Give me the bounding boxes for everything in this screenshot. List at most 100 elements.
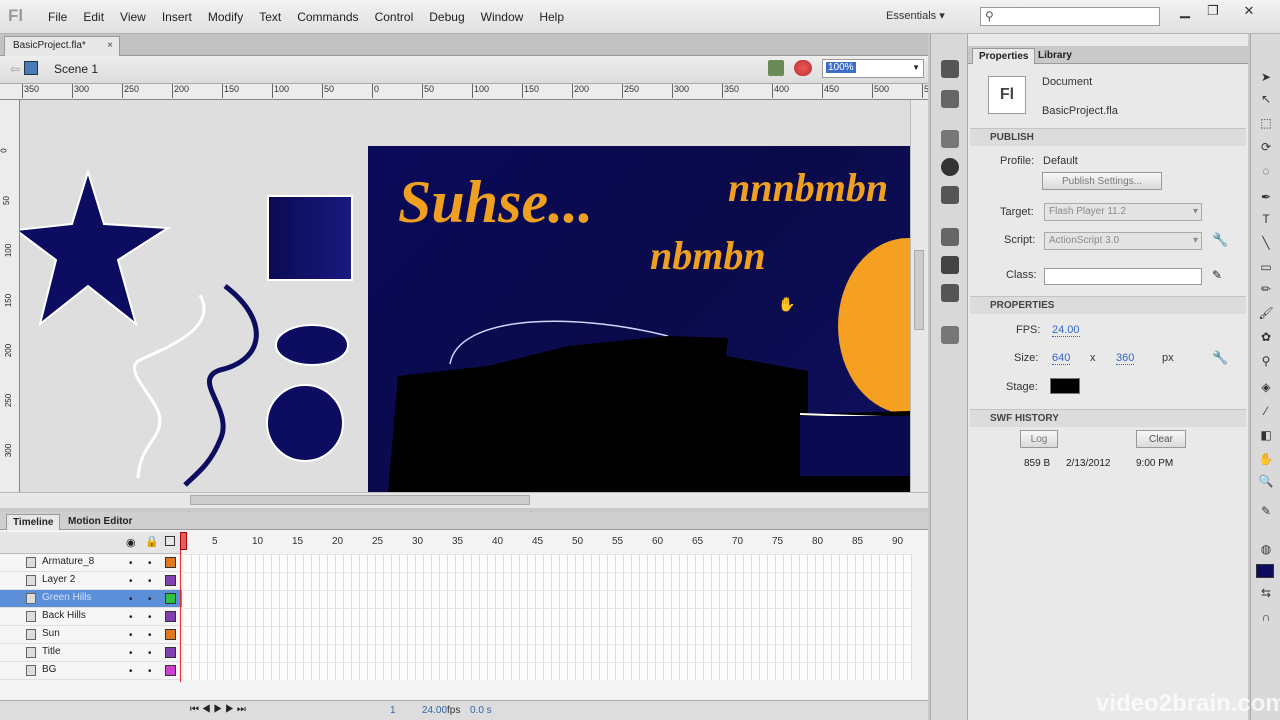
fill-bucket-icon[interactable]: ◍ <box>1258 542 1274 558</box>
zoom-tool-icon[interactable]: 🔍 <box>1258 474 1274 490</box>
lock-icon[interactable]: 🔒 <box>145 535 159 548</box>
free-transform-tool-icon[interactable]: ⬚ <box>1258 116 1274 132</box>
line-tool-icon[interactable]: ╲ <box>1258 236 1274 252</box>
info-icon[interactable] <box>941 130 959 148</box>
fps-value[interactable]: 24.00 <box>1052 324 1080 337</box>
script-select[interactable]: ActionScript 3.0 ▾ <box>1044 232 1202 250</box>
selection-tool-icon[interactable]: ➤ <box>1258 70 1274 86</box>
layer-outline-color[interactable] <box>165 557 176 568</box>
pen-tool-icon[interactable]: ✒ <box>1258 190 1274 206</box>
back-arrow-icon[interactable]: ⇦ <box>10 62 20 76</box>
layer-row[interactable]: Sun • • <box>0 626 182 644</box>
publish-settings-button[interactable]: Publish Settings... <box>1042 172 1162 190</box>
stage-color-swatch[interactable] <box>1050 378 1080 394</box>
visibility-dot[interactable]: • <box>129 576 133 587</box>
3d-rotation-tool-icon[interactable]: ⟳ <box>1258 140 1274 156</box>
visibility-dot[interactable]: • <box>129 594 133 605</box>
layer-outline-color[interactable] <box>165 593 176 604</box>
swap-colors-icon[interactable]: ⇆ <box>1258 586 1274 602</box>
layer-outline-color[interactable] <box>165 665 176 676</box>
menu-view[interactable]: View <box>112 10 154 24</box>
layer-outline-color[interactable] <box>165 611 176 622</box>
help-search-input[interactable]: ⚲ <box>980 7 1160 26</box>
menu-edit[interactable]: Edit <box>75 10 112 24</box>
edit-symbols-icon[interactable] <box>794 60 812 76</box>
playback-controls[interactable]: ⏮ ◀ ▶ ▶ ⏭ <box>190 704 246 715</box>
log-button[interactable]: Log <box>1020 430 1058 448</box>
history-icon[interactable] <box>941 326 959 344</box>
components-icon[interactable] <box>941 228 959 246</box>
outline-icon[interactable] <box>165 536 175 546</box>
deco-tool-icon[interactable]: ✿ <box>1258 330 1274 346</box>
menu-modify[interactable]: Modify <box>200 10 251 24</box>
layer-row[interactable]: Back Hills • • <box>0 608 182 626</box>
motion-presets-icon[interactable] <box>941 256 959 274</box>
layer-outline-color[interactable] <box>165 575 176 586</box>
minimize-button[interactable]: ▁ <box>1172 3 1198 21</box>
restore-button[interactable]: ❐ <box>1200 3 1226 21</box>
menu-debug[interactable]: Debug <box>421 10 472 24</box>
layer-outline-color[interactable] <box>165 647 176 658</box>
eye-icon[interactable]: ◉ <box>126 536 136 549</box>
lock-dot[interactable]: • <box>148 630 152 641</box>
fill-color-swatch[interactable] <box>1256 564 1274 578</box>
menu-insert[interactable]: Insert <box>154 10 200 24</box>
text-tool-icon[interactable]: T <box>1258 212 1274 228</box>
width-value[interactable]: 640 <box>1052 352 1071 365</box>
code-snippets-icon[interactable] <box>941 284 959 302</box>
tab-timeline[interactable]: Timeline <box>6 514 61 530</box>
eraser-tool-icon[interactable]: ◧ <box>1258 428 1274 444</box>
paint-bucket-tool-icon[interactable]: ◈ <box>1258 380 1274 396</box>
layer-row[interactable]: Green Hills • • <box>0 590 182 608</box>
lock-dot[interactable]: • <box>148 612 152 623</box>
wrench-icon[interactable]: 🔧 <box>1212 350 1228 366</box>
swf-history-section-header[interactable]: SWF HISTORY <box>970 409 1246 427</box>
eyedropper-tool-icon[interactable]: ⁄ <box>1258 404 1274 420</box>
publish-section-header[interactable]: PUBLISH <box>970 128 1246 146</box>
layer-row[interactable]: Title • • <box>0 644 182 662</box>
stage-vertical-scrollbar[interactable] <box>910 100 928 492</box>
menu-help[interactable]: Help <box>531 10 572 24</box>
subselection-tool-icon[interactable]: ↖ <box>1258 92 1274 108</box>
current-frame[interactable]: 1 <box>390 705 396 716</box>
class-input[interactable] <box>1044 268 1202 285</box>
menu-window[interactable]: Window <box>473 10 532 24</box>
stage[interactable]: Suhse... nnnbmbn nbmbn ✋ <box>368 146 910 492</box>
visibility-dot[interactable]: • <box>129 630 133 641</box>
menu-text[interactable]: Text <box>251 10 289 24</box>
snap-icon[interactable]: ∩ <box>1258 610 1274 626</box>
bone-tool-icon[interactable]: ⚲ <box>1258 354 1274 370</box>
pencil-icon[interactable]: ✎ <box>1212 268 1222 282</box>
tab-properties[interactable]: Properties <box>972 48 1036 64</box>
lock-dot[interactable]: • <box>148 648 152 659</box>
visibility-dot[interactable]: • <box>129 558 133 569</box>
layer-row[interactable]: Armature_8 • • <box>0 554 182 572</box>
align-icon[interactable] <box>941 90 959 108</box>
hand-tool-icon[interactable]: ✋ <box>1258 452 1274 468</box>
layer-row[interactable]: BG • • <box>0 662 182 680</box>
edit-scene-icon[interactable] <box>768 60 784 76</box>
close-tab-icon[interactable]: × <box>107 40 113 51</box>
clear-button[interactable]: Clear <box>1136 430 1186 448</box>
visibility-dot[interactable]: • <box>129 666 133 677</box>
tab-library[interactable]: Library <box>1032 48 1078 64</box>
lock-dot[interactable]: • <box>148 576 152 587</box>
lock-dot[interactable]: • <box>148 594 152 605</box>
playhead[interactable] <box>180 532 188 682</box>
info-circle-icon[interactable] <box>941 158 959 176</box>
menu-file[interactable]: File <box>40 10 75 24</box>
target-select[interactable]: Flash Player 11.2 ▾ <box>1044 203 1202 221</box>
zoom-select[interactable]: 100% ▼ <box>822 59 924 78</box>
swatches-icon[interactable] <box>941 60 959 78</box>
visibility-dot[interactable]: • <box>129 612 133 623</box>
layer-row[interactable]: Layer 2 • • <box>0 572 182 590</box>
close-button[interactable]: ✕ <box>1236 3 1262 21</box>
layer-outline-color[interactable] <box>165 629 176 640</box>
transform-icon[interactable] <box>941 186 959 204</box>
wrench-icon[interactable]: 🔧 <box>1212 232 1228 248</box>
tab-motion-editor[interactable]: Motion Editor <box>62 514 138 530</box>
menu-control[interactable]: Control <box>367 10 422 24</box>
lock-dot[interactable]: • <box>148 558 152 569</box>
lock-dot[interactable]: • <box>148 666 152 677</box>
timeline-fps[interactable]: 24.00 <box>422 705 447 716</box>
